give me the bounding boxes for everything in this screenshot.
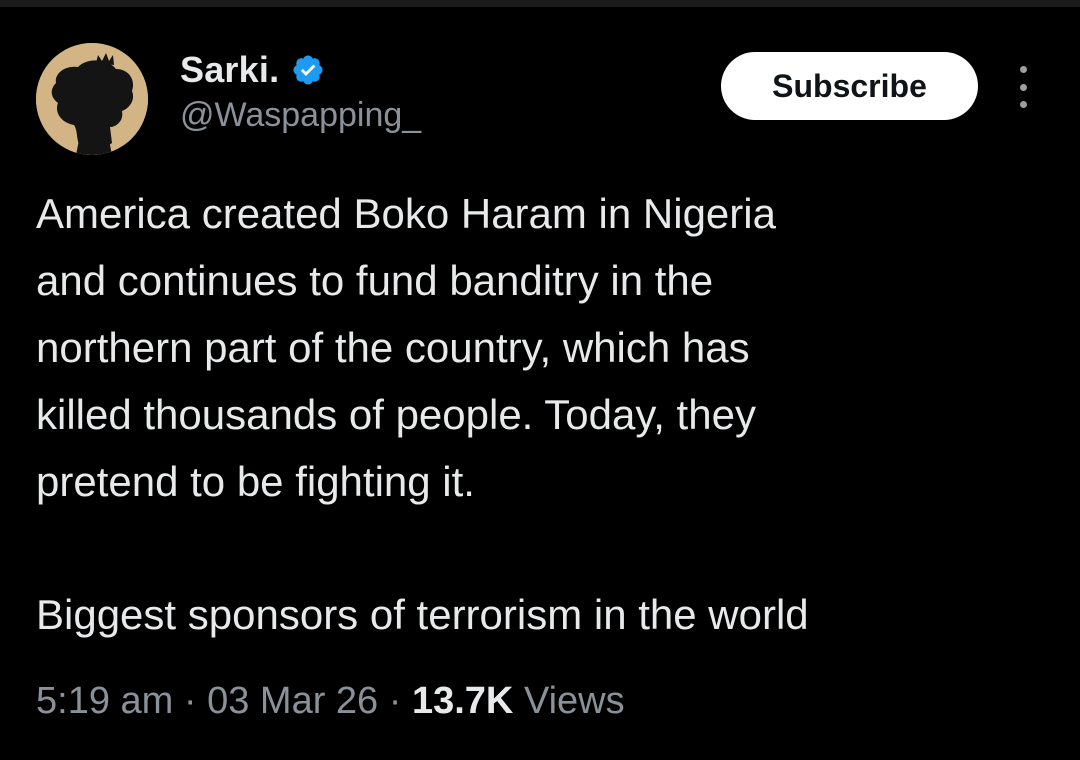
dot	[1019, 66, 1027, 73]
display-name[interactable]: Sarki.	[180, 49, 279, 91]
author-name-row: Sarki.	[180, 48, 325, 92]
tweet-paragraph: Biggest sponsors of terrorism in the wor…	[36, 591, 809, 638]
dot	[1019, 83, 1027, 91]
avatar[interactable]	[36, 43, 148, 155]
meta-separator: ·	[378, 680, 412, 722]
tweet-text: America created Boko Haram in Nigeria an…	[36, 180, 1046, 648]
top-divider	[0, 0, 1080, 7]
tweet-meta: 5:19 am · 03 Mar 26 · 13.7K Views	[36, 680, 625, 723]
tweet-time[interactable]: 5:19 am	[36, 680, 173, 722]
meta-separator: ·	[173, 680, 208, 722]
verified-badge-icon[interactable]	[291, 53, 325, 87]
views-count[interactable]: 13.7K	[412, 680, 513, 722]
views-label: Views	[523, 680, 625, 722]
dot	[1019, 101, 1027, 108]
author-handle[interactable]: @Waspapping_	[180, 96, 421, 135]
tweet-date[interactable]: 03 Mar 26	[207, 680, 378, 722]
tweet-paragraph: America created Boko Haram in Nigeria an…	[36, 190, 776, 505]
silhouette-with-crown-avatar-icon	[36, 43, 148, 155]
subscribe-button[interactable]: Subscribe	[721, 52, 978, 120]
more-vertical-icon[interactable]	[1006, 62, 1040, 112]
